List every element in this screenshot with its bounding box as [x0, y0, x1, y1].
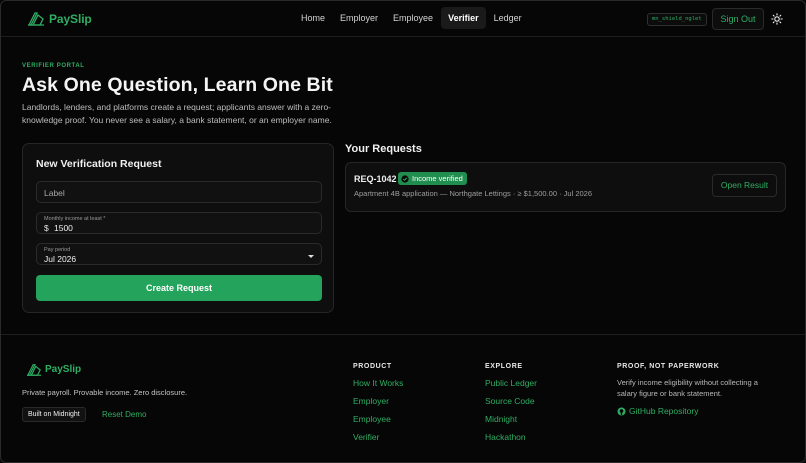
github-link[interactable]: GitHub Repository [617, 406, 698, 416]
proof-text: Verify income eligibility without collec… [617, 378, 758, 398]
built-on-midnight-badge[interactable]: Built on Midnight [22, 407, 86, 422]
request-description: Apartment 4B application — Northgate Let… [354, 189, 593, 198]
nav-employee[interactable]: Employee [386, 7, 440, 29]
link-how-it-works[interactable]: How It Works [353, 378, 403, 388]
top-header: PaySlip Home Employer Employee Verifier … [1, 1, 805, 37]
nav-ledger[interactable]: Ledger [487, 7, 529, 29]
income-field-label: Monthly income at least * [44, 216, 106, 222]
link-verifier[interactable]: Verifier [353, 432, 379, 442]
status-label: Income verified [412, 174, 463, 183]
main-nav: Home Employer Employee Verifier Ledger [294, 7, 530, 29]
check-circle-icon [401, 174, 409, 183]
period-field-label: Pay period [44, 247, 71, 253]
product-heading: PRODUCT [353, 363, 392, 370]
github-link-label: GitHub Repository [629, 406, 699, 416]
site-footer: PaySlip Private payroll. Provable income… [1, 334, 805, 462]
brand-name: PaySlip [49, 11, 92, 26]
link-source-code[interactable]: Source Code [485, 396, 535, 406]
income-value: 1500 [54, 223, 73, 233]
reset-demo-link[interactable]: Reset Demo [102, 410, 146, 419]
link-midnight[interactable]: Midnight [485, 414, 517, 424]
section-eyebrow: VERIFIER PORTAL [22, 63, 85, 69]
payslip-logo-icon [27, 12, 44, 26]
footer-tagline: Private payroll. Provable income. Zero d… [22, 388, 188, 397]
page-title: Ask One Question, Learn One Bit [22, 74, 333, 96]
page-subtitle: Landlords, lenders, and platforms create… [22, 102, 332, 125]
brand-logo[interactable]: PaySlip [27, 10, 92, 27]
explore-heading: EXPLORE [485, 363, 523, 370]
network-chip: mn_shield_nglet [647, 13, 707, 26]
currency-symbol: $ [44, 223, 49, 233]
nav-verifier[interactable]: Verifier [441, 7, 486, 29]
create-request-button[interactable]: Create Request [36, 275, 322, 301]
card-title: New Verification Request [36, 158, 162, 170]
link-employee[interactable]: Employee [353, 414, 391, 424]
chevron-down-icon [308, 255, 314, 258]
link-hackathon[interactable]: Hackathon [485, 432, 526, 442]
request-id: REQ-1042 [354, 174, 397, 184]
label-placeholder: Label [44, 188, 65, 198]
link-public-ledger[interactable]: Public Ledger [485, 378, 537, 388]
new-request-card: New Verification Request Label Monthly i… [22, 143, 334, 313]
pay-period-select[interactable]: Pay period Jul 2026 [36, 243, 322, 265]
monthly-income-input[interactable]: Monthly income at least * $ 1500 [36, 212, 322, 234]
nav-employer[interactable]: Employer [333, 7, 385, 29]
footer-brand: PaySlip [45, 364, 82, 375]
sun-icon[interactable] [771, 13, 783, 25]
sign-out-button[interactable]: Sign Out [712, 8, 764, 30]
label-input[interactable]: Label [36, 181, 322, 203]
footer-logo[interactable]: PaySlip [26, 362, 81, 377]
nav-home[interactable]: Home [294, 7, 332, 29]
status-badge: Income verified [398, 172, 467, 185]
open-result-button[interactable]: Open Result [712, 174, 777, 197]
app-window: PaySlip Home Employer Employee Verifier … [0, 0, 806, 463]
link-employer[interactable]: Employer [353, 396, 389, 406]
request-item: REQ-1042 Income verified Apartment 4B ap… [345, 162, 786, 212]
period-value: Jul 2026 [44, 254, 77, 264]
proof-heading: PROOF, NOT PAPERWORK [617, 363, 720, 370]
payslip-logo-icon [26, 364, 42, 376]
github-icon [617, 407, 626, 415]
requests-title: Your Requests [345, 143, 422, 155]
